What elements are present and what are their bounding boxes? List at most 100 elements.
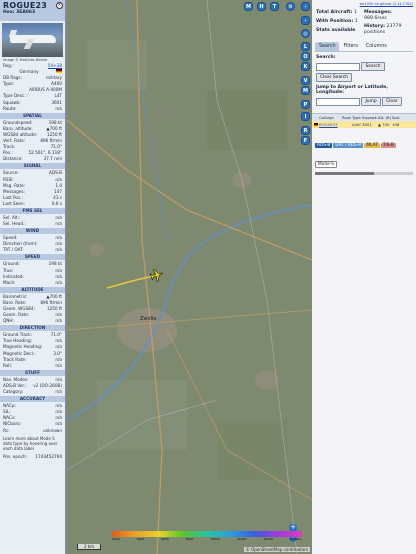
- city-label: Zwolle: [140, 316, 156, 322]
- search-input[interactable]: [316, 62, 360, 71]
- map-toggle-v-button[interactable]: V: [301, 76, 310, 85]
- map-canvas[interactable]: Zwolle: [67, 0, 312, 554]
- table-row[interactable]: ROGUE23 A400 3601 ▲ 700 198: [312, 121, 416, 128]
- jump-input[interactable]: [316, 97, 360, 106]
- altitude-tick-label: 30000: [263, 537, 273, 541]
- source-badge-mode-s: Mode-S: [315, 161, 337, 168]
- info-key: Reg.:: [3, 63, 14, 68]
- info-key: Route:: [3, 105, 17, 111]
- altitude-value: n/a: [55, 318, 62, 324]
- sidebar: tar1090 on github (3.14.1702) Total Airc…: [312, 0, 416, 554]
- pos-epoch-value: 1743452794: [35, 453, 62, 459]
- column-header[interactable]: Type: [351, 114, 361, 121]
- close-icon[interactable]: ×: [56, 2, 63, 9]
- clear-search-button[interactable]: Clear Search: [316, 73, 352, 82]
- wind-value: n/a: [55, 247, 62, 253]
- clear-jump-button[interactable]: Clear: [382, 97, 402, 106]
- signal-row: Last Seen: 0.6 s: [0, 201, 65, 207]
- map-button-t[interactable]: T: [270, 2, 279, 11]
- stats-block: Total Aircraft: 1 With Position: 1 Stats…: [312, 8, 416, 38]
- hex-label: Hex:: [3, 10, 15, 15]
- signal-value: 0.6 s: [51, 200, 62, 206]
- map-toggle-r-button[interactable]: R: [301, 126, 310, 135]
- jump-button[interactable]: Jump: [361, 97, 381, 106]
- table-scrollbar[interactable]: [315, 172, 413, 175]
- chevron-left-icon[interactable]: ‹: [301, 16, 310, 25]
- map-toggle-p-button[interactable]: P: [301, 100, 310, 109]
- map-toggle-k-button[interactable]: K: [301, 62, 310, 71]
- sidebar-tabs: Search Filters Columns: [315, 42, 413, 52]
- source-badge-ads-b: ADS-B: [315, 143, 333, 148]
- stuff-key: Category:: [3, 389, 24, 395]
- source-badge-tis-b: TIS-B: [380, 143, 396, 148]
- map-button-h[interactable]: H: [257, 2, 266, 11]
- column-header[interactable]: Spd.: [391, 114, 401, 121]
- info-value: n/a: [55, 105, 62, 111]
- messages-label: Messages:: [364, 10, 392, 15]
- map-toggle-l-button[interactable]: L: [301, 42, 310, 51]
- total-aircraft-label: Total Aircraft:: [316, 10, 353, 15]
- map-view[interactable]: Zwolle M H T ⚙ + − 2 km 2000 4000 6000 8000…: [67, 0, 312, 554]
- fms-value: n/a: [55, 221, 62, 227]
- column-header[interactable]: Squawk: [361, 114, 377, 121]
- signal-key: Last Seen:: [3, 200, 25, 206]
- altitude-tick-label: 6000: [161, 537, 169, 541]
- altitude-tick-label: 10000: [210, 537, 220, 541]
- history-label: History:: [364, 24, 386, 29]
- aircraft-table: CallsignRouteTypeSquawkAlt. (ft)Spd. ROG…: [312, 113, 416, 128]
- source-badge-uat-ads-r: UAT / ADS-R: [333, 143, 364, 148]
- altitude-tick-label: 8000: [185, 537, 194, 541]
- stats-link[interactable]: Stats available: [316, 28, 355, 33]
- map-toggle-i-button[interactable]: I: [301, 112, 310, 121]
- tab-filters[interactable]: Filters: [339, 42, 361, 51]
- table-cell-route: [341, 121, 351, 128]
- tab-search[interactable]: Search: [315, 42, 340, 51]
- section-accuracy: ACCURACY: [0, 396, 65, 403]
- stuff-value: n/a: [55, 389, 62, 395]
- source-legend: ADS-B UAT / ADS-R MLAT TIS-B Mode-S: [312, 128, 416, 169]
- messages-value: 989.6/sec: [364, 16, 387, 21]
- hex-code: 3EA063: [16, 10, 36, 15]
- speed-value: n/a: [55, 279, 62, 285]
- column-header[interactable]: Alt. (ft): [377, 114, 391, 121]
- direction-row: Roll: n/a: [0, 363, 65, 369]
- fms-key: Sel. Head.:: [3, 221, 26, 227]
- table-cell-type: A400: [352, 122, 361, 127]
- chevron-right-icon[interactable]: ›: [301, 2, 310, 11]
- version-link[interactable]: tar1090 on github (3.14.1702): [312, 0, 416, 8]
- table-cell-callsign: ROGUE23: [319, 122, 338, 127]
- altitude-tick-label: 4000: [136, 537, 145, 541]
- tab-columns[interactable]: Columns: [362, 42, 391, 51]
- right-nav-strip: › ‹ ◎ LOKVMPIRF: [300, 0, 312, 554]
- column-header[interactable]: Route: [341, 114, 351, 121]
- with-position-label: With Position:: [316, 19, 354, 24]
- center-target-icon[interactable]: ◎: [301, 29, 310, 38]
- search-area: Search: Search Clear Search Jump to Airp…: [312, 52, 416, 109]
- direction-value: n/a: [55, 362, 62, 368]
- accuracy-key: Rc:: [3, 427, 10, 433]
- pos-epoch-label: Pos. epoch:: [3, 453, 27, 459]
- jump-label: Jump to Airport or Latitude, Longitude:: [316, 85, 388, 95]
- section-signal: SIGNAL: [0, 163, 65, 170]
- aircraft-photo[interactable]: [2, 23, 63, 57]
- aircraft-info-panel: ROGUE23 Hex: 3EA063 × Image © Matthias B…: [0, 0, 66, 554]
- fms-row: Sel. Head.: n/a: [0, 221, 65, 227]
- callsign: ROGUE23: [3, 1, 48, 10]
- speed-key: Mach:: [3, 279, 16, 285]
- section-stuff: STUFF: [0, 369, 65, 376]
- search-label: Search:: [316, 55, 336, 60]
- settings-gear-icon[interactable]: ⚙: [286, 2, 295, 11]
- map-toggle-o-button[interactable]: O: [301, 52, 310, 61]
- spatial-key: Distance:: [3, 156, 23, 162]
- column-header[interactable]: Callsign: [318, 114, 341, 121]
- section-direction: DIRECTION: [0, 325, 65, 332]
- map-toggle-f-button[interactable]: F: [301, 136, 310, 145]
- search-button[interactable]: Search: [361, 62, 385, 71]
- direction-key: Roll:: [3, 362, 13, 368]
- wind-row: TAT / OAT: n/a: [0, 247, 65, 253]
- section-speed: SPEED: [0, 254, 65, 261]
- info-value: Germany: [19, 69, 39, 75]
- learn-more-note: Learn more about Mode S data type by hov…: [3, 435, 58, 452]
- map-toggle-m-button[interactable]: M: [301, 86, 310, 95]
- map-button-m[interactable]: M: [244, 2, 253, 11]
